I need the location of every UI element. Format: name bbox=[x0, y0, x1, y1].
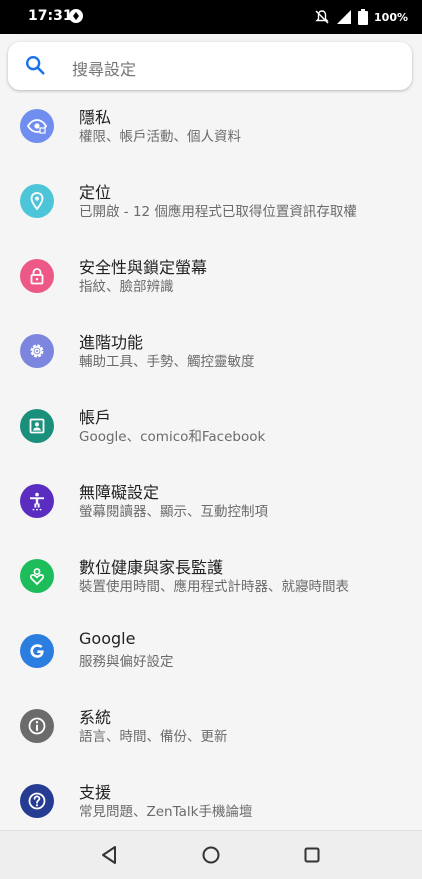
settings-item-advanced[interactable]: 進階功能 輔助工具、手勢、觸控靈敏度 bbox=[0, 322, 422, 396]
settings-item-support[interactable]: 支援 常見問題、ZenTalk手機論壇 bbox=[0, 772, 422, 830]
account-icon bbox=[20, 409, 54, 443]
item-subtitle: 指紋、臉部辨識 bbox=[79, 279, 174, 295]
settings-list: 隱私 權限、帳戶活動、個人資料 定位 已開啟 - 12 個應用程式已取得位置資訊… bbox=[0, 97, 422, 830]
privacy-eye-icon bbox=[20, 109, 54, 143]
item-subtitle: 已開啟 - 12 個應用程式已取得位置資訊存取權 bbox=[79, 204, 357, 220]
mute-icon bbox=[315, 10, 329, 24]
navigation-bar bbox=[0, 830, 422, 879]
search-input[interactable]: 搜尋設定 bbox=[8, 42, 412, 90]
location-pin-icon bbox=[20, 184, 54, 218]
settings-item-accessibility[interactable]: 無障礙設定 螢幕閱讀器、顯示、互動控制項 bbox=[0, 472, 422, 546]
help-icon bbox=[20, 784, 54, 818]
item-subtitle: 輔助工具、手勢、觸控靈敏度 bbox=[79, 354, 255, 370]
settings-item-location[interactable]: 定位 已開啟 - 12 個應用程式已取得位置資訊存取權 bbox=[0, 172, 422, 246]
info-icon bbox=[20, 709, 54, 743]
item-subtitle: 裝置使用時間、應用程式計時器、就寢時間表 bbox=[79, 579, 349, 595]
search-placeholder: 搜尋設定 bbox=[72, 60, 137, 79]
search-area: 搜尋設定 bbox=[0, 34, 422, 98]
battery-icon bbox=[358, 9, 369, 25]
google-icon bbox=[20, 634, 54, 668]
status-time: 17:31 bbox=[28, 8, 73, 24]
item-subtitle: 服務與偏好設定 bbox=[79, 654, 174, 670]
item-title: Google bbox=[79, 629, 136, 648]
wellbeing-icon bbox=[20, 559, 54, 593]
search-icon bbox=[26, 56, 45, 75]
battery-level: 100% bbox=[374, 10, 408, 24]
item-subtitle: 權限、帳戶活動、個人資料 bbox=[79, 129, 241, 145]
back-icon[interactable] bbox=[97, 843, 121, 867]
accessibility-icon bbox=[20, 484, 54, 518]
item-subtitle: 語言、時間、備份、更新 bbox=[79, 729, 228, 745]
item-subtitle: Google、comico和Facebook bbox=[79, 429, 266, 445]
lock-icon bbox=[20, 259, 54, 293]
item-subtitle: 螢幕閱讀器、顯示、互動控制項 bbox=[79, 504, 268, 520]
status-bar: 17:31 100% bbox=[0, 0, 422, 34]
settings-item-privacy[interactable]: 隱私 權限、帳戶活動、個人資料 bbox=[0, 97, 422, 171]
signal-icon bbox=[337, 10, 352, 24]
settings-item-security[interactable]: 安全性與鎖定螢幕 指紋、臉部辨識 bbox=[0, 247, 422, 321]
home-icon[interactable] bbox=[199, 843, 223, 867]
recents-icon[interactable] bbox=[300, 843, 324, 867]
settings-item-accounts[interactable]: 帳戶 Google、comico和Facebook bbox=[0, 397, 422, 471]
settings-item-google[interactable]: Google 服務與偏好設定 bbox=[0, 622, 422, 696]
settings-item-system[interactable]: 系統 語言、時間、備份、更新 bbox=[0, 697, 422, 771]
status-indicators: 100% bbox=[314, 8, 408, 26]
gear-icon bbox=[20, 334, 54, 368]
settings-item-digital-wellbeing[interactable]: 數位健康與家長監護 裝置使用時間、應用程式計時器、就寢時間表 bbox=[0, 547, 422, 621]
app-notification-icon bbox=[69, 9, 83, 23]
item-subtitle: 常見問題、ZenTalk手機論壇 bbox=[79, 804, 253, 820]
